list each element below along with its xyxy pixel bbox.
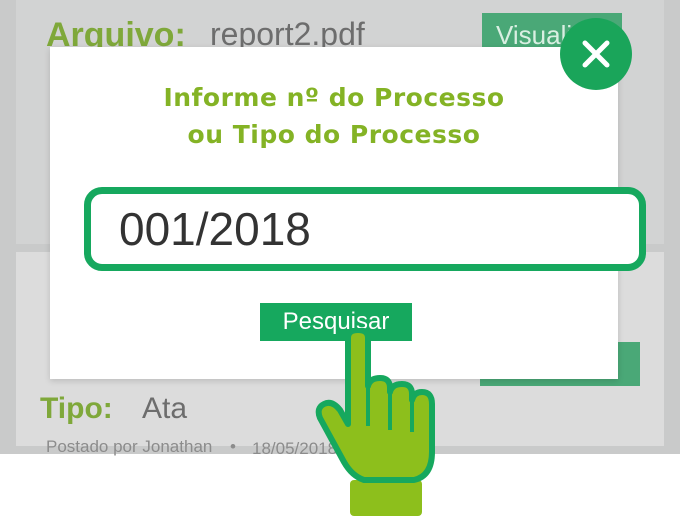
type-label: Tipo: xyxy=(40,392,113,425)
close-button[interactable] xyxy=(560,18,632,90)
pointing-hand-icon xyxy=(315,328,435,516)
close-icon xyxy=(582,40,610,68)
process-number-input[interactable] xyxy=(84,187,646,271)
modal-title-line1: Informe nº do Processo xyxy=(163,83,505,112)
modal-title-line2: ou Tipo do Processo xyxy=(187,120,481,149)
modal-title: Informe nº do Processo ou Tipo do Proces… xyxy=(50,79,618,153)
separator: • xyxy=(230,437,236,456)
type-value: Ata xyxy=(142,392,188,425)
posted-by: Postado por Jonathan xyxy=(46,437,213,456)
